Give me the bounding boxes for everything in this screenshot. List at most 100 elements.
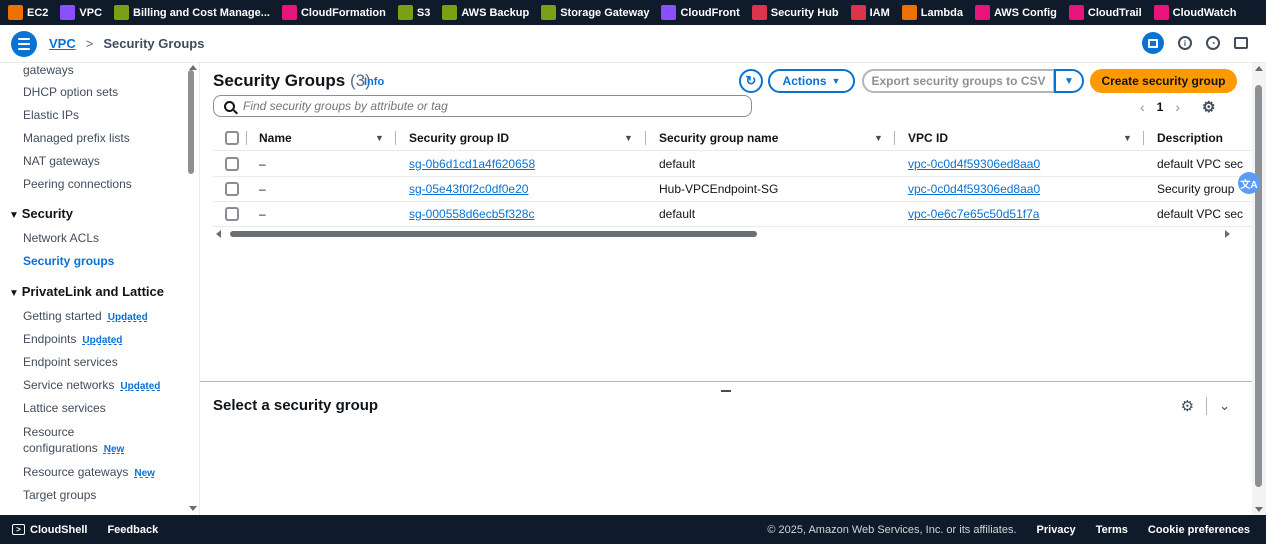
cell-id[interactable]: sg-0b6d1cd1a4f620658 (409, 157, 535, 171)
sidebar-item[interactable]: DHCP option sets (23, 85, 118, 99)
column-header[interactable]: Description (1157, 131, 1223, 145)
sidebar-item[interactable]: Service networks Updated (23, 378, 160, 392)
chevron-down-icon[interactable]: ⌄ (1219, 398, 1230, 414)
scroll-up-icon[interactable] (1255, 66, 1263, 71)
sidebar-item[interactable]: Endpoint services (23, 355, 118, 369)
sidebar-item[interactable]: gateways (23, 63, 74, 77)
sidebar-scroll-down[interactable] (189, 506, 197, 511)
cloudshell-button[interactable]: > CloudShell (12, 524, 87, 536)
info-link[interactable]: Info (364, 76, 384, 88)
table-row[interactable]: – sg-05e43f0f2c0df0e20 Hub-VPCEndpoint-SG v… (213, 176, 1252, 202)
sidebar-item[interactable]: Managed prefix lists (23, 131, 130, 145)
split-panel-drag-handle[interactable] (721, 390, 731, 392)
favorite-cloudtrail[interactable]: CloudTrail (1068, 5, 1142, 20)
previous-page-icon[interactable]: ‹ (1140, 99, 1145, 115)
sort-icon[interactable]: ▼ (375, 133, 384, 143)
page-vertical-scrollbar[interactable] (1252, 63, 1266, 515)
column-divider[interactable] (246, 130, 247, 145)
cell-desc: default VPC sec (1157, 206, 1244, 221)
scroll-left-icon[interactable] (216, 230, 221, 238)
favorite-config[interactable]: AWS Config (974, 5, 1057, 20)
column-divider[interactable] (395, 130, 396, 145)
column-header[interactable]: Security group name (659, 131, 778, 145)
sidebar-section-privatelink-and-lattice[interactable]: ▼ PrivateLink and Lattice (9, 284, 164, 299)
table-row[interactable]: – sg-000558d6ecb5f328c default vpc-0e6c7e65… (213, 201, 1252, 227)
privacy-link[interactable]: Privacy (1037, 524, 1076, 536)
column-header[interactable]: VPC ID (908, 131, 948, 145)
menu-icon[interactable] (11, 30, 37, 57)
sidebar-section-security[interactable]: ▼ Security (9, 206, 73, 221)
favorite-security-hub[interactable]: Security Hub (751, 5, 839, 20)
info-circle-icon[interactable]: i (1178, 36, 1192, 50)
panel-toggle-icon[interactable] (1142, 32, 1164, 54)
sidebar-item[interactable]: Resource (23, 425, 74, 439)
favorite-vpc[interactable]: VPC (60, 5, 102, 20)
sort-icon[interactable]: ▼ (1123, 133, 1132, 143)
row-checkbox[interactable] (225, 181, 239, 196)
sidebar-item[interactable]: Network ACLs (23, 231, 99, 245)
table-row[interactable]: – sg-0b6d1cd1a4f620658 default vpc-0c0d4f59… (213, 151, 1252, 177)
sidebar-item[interactable]: Elastic IPs (23, 108, 79, 122)
column-divider[interactable] (645, 130, 646, 145)
cell-vpc[interactable]: vpc-0e6c7e65c50d51f7a (908, 207, 1039, 221)
scroll-down-icon[interactable] (1255, 507, 1263, 512)
terms-link[interactable]: Terms (1096, 524, 1128, 536)
row-checkbox[interactable] (225, 156, 239, 171)
favorite-backup[interactable]: AWS Backup (442, 5, 529, 20)
cloudfront-icon (661, 5, 677, 20)
row-checkbox[interactable] (225, 206, 239, 221)
column-header[interactable]: Security group ID (409, 131, 509, 145)
notifications-icon[interactable]: ◔ (1206, 36, 1220, 50)
breadcrumb-vpc-link[interactable]: VPC (49, 36, 76, 51)
export-dropdown-button[interactable]: ▼ (1054, 69, 1084, 93)
refresh-button[interactable]: ↻ (739, 69, 763, 93)
cell-vpc[interactable]: vpc-0c0d4f59306ed8aa0 (908, 182, 1040, 196)
table-horizontal-scrollbar[interactable] (214, 230, 1240, 238)
select-all-checkbox[interactable] (225, 130, 239, 145)
favorite-cloudformation[interactable]: CloudFormation (281, 5, 386, 20)
sidebar-item[interactable]: NAT gateways (23, 154, 100, 168)
search-bar[interactable] (213, 95, 752, 117)
column-divider[interactable] (1143, 130, 1144, 145)
cell-id[interactable]: sg-000558d6ecb5f328c (409, 207, 534, 221)
favorite-s3[interactable]: S3 (397, 5, 431, 20)
favorite-billing[interactable]: Billing and Cost Manage... (114, 5, 270, 20)
sidebar-item[interactable]: Peering connections (23, 177, 132, 191)
sidebar-item[interactable]: Lattice services (23, 401, 106, 415)
search-input[interactable] (243, 99, 723, 113)
actions-button[interactable]: Actions ▼ (768, 69, 855, 93)
sort-icon[interactable]: ▼ (624, 133, 633, 143)
favorite-lambda[interactable]: Lambda (901, 5, 963, 20)
sort-icon[interactable]: ▼ (874, 133, 883, 143)
sidebar-scrollbar[interactable] (188, 70, 194, 174)
favorite-label: S3 (416, 6, 431, 19)
current-page-number[interactable]: 1 (1157, 100, 1164, 114)
favorite-ec2[interactable]: EC2 (8, 5, 48, 20)
scroll-right-icon[interactable] (1225, 230, 1230, 238)
column-header[interactable]: Name (259, 131, 292, 145)
favorite-storage-gateway[interactable]: Storage Gateway (541, 5, 649, 20)
sidebar-item-label: Lattice services (23, 401, 106, 415)
next-page-icon[interactable]: › (1175, 99, 1180, 115)
cell-id[interactable]: sg-05e43f0f2c0df0e20 (409, 182, 528, 196)
cell-vpc[interactable]: vpc-0c0d4f59306ed8aa0 (908, 157, 1040, 171)
sidebar-item[interactable]: Getting started Updated (23, 309, 148, 323)
sidebar-item[interactable]: Target groups (23, 488, 96, 502)
sidebar-item[interactable]: Security groups (23, 254, 114, 268)
horizontal-scroll-thumb[interactable] (230, 231, 757, 237)
sidebar-item[interactable]: Resource gateways New (23, 465, 155, 479)
split-panel-icon[interactable] (1234, 37, 1248, 49)
create-security-group-button[interactable]: Create security group (1090, 69, 1237, 93)
cookie-preferences-link[interactable]: Cookie preferences (1148, 524, 1250, 536)
favorite-cloudwatch[interactable]: CloudWatch (1153, 5, 1236, 20)
favorite-iam[interactable]: IAM (850, 5, 890, 20)
column-divider[interactable] (894, 130, 895, 145)
detail-settings-gear-icon[interactable]: ⚙ (1181, 397, 1194, 415)
feedback-link[interactable]: Feedback (107, 524, 158, 536)
favorite-cloudfront[interactable]: CloudFront (661, 5, 740, 20)
settings-gear-icon[interactable]: ⚙ (1202, 98, 1215, 116)
sidebar-item[interactable]: configurations New (23, 441, 124, 455)
translate-icon[interactable]: 文A (1238, 172, 1260, 194)
vertical-scroll-thumb[interactable] (1255, 85, 1262, 487)
sidebar-item[interactable]: Endpoints Updated (23, 332, 122, 346)
